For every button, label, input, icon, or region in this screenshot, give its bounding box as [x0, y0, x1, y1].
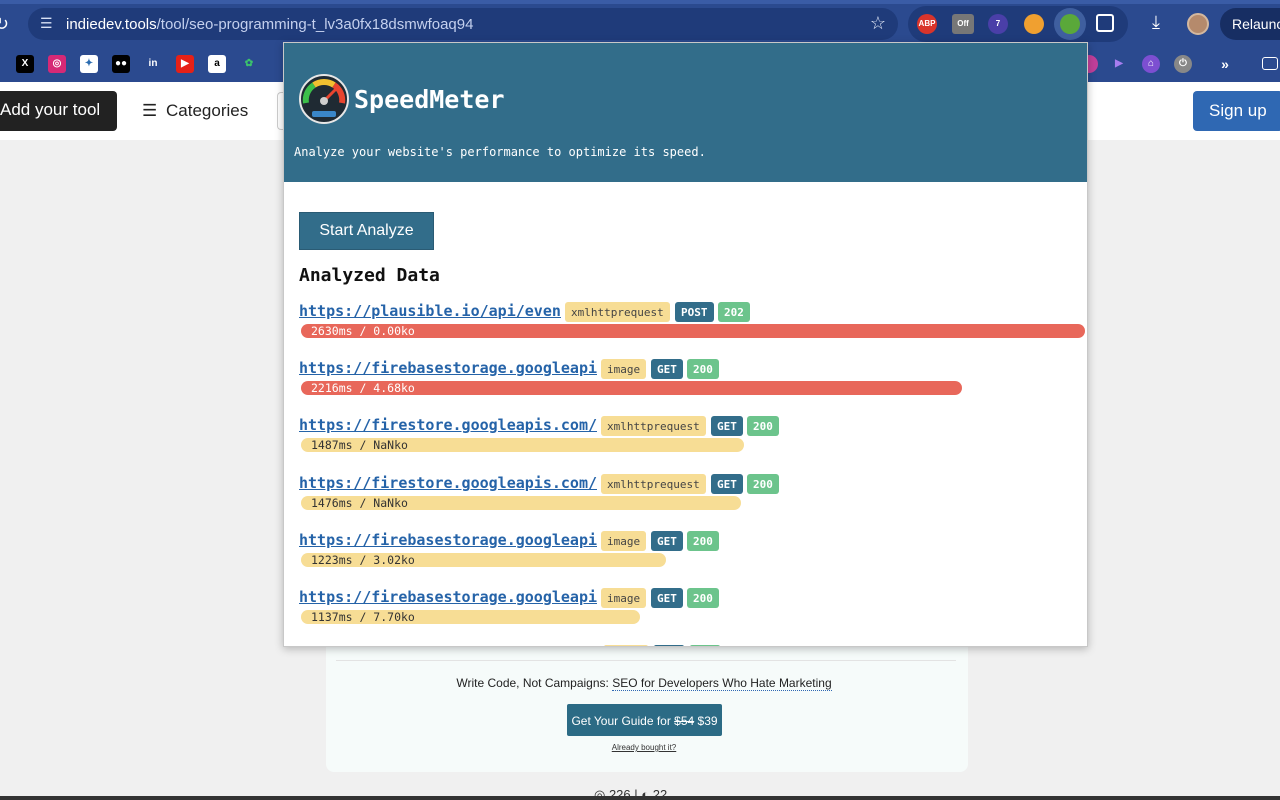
request-method-badge: GET [711, 474, 743, 494]
orange-extension-icon[interactable] [1024, 14, 1044, 34]
request-status-badge: 200 [687, 359, 719, 379]
guide-prefix: Write Code, Not Campaigns: [456, 676, 613, 690]
guide-new-price: $39 [694, 714, 718, 728]
request-row: https://firebasestorage.googleapi… image G… [299, 359, 1087, 403]
speedmeter-extension-icon[interactable] [1060, 14, 1080, 34]
url-path: /tool/seo-programming-t_lv3a0fx18dsmwfoa… [156, 16, 474, 33]
off-extension-icon[interactable]: Off [952, 14, 974, 34]
request-type-badge: image [601, 588, 647, 608]
hamburger-icon: ☰ [142, 101, 158, 120]
relaunch-button[interactable]: Relaunc [1220, 8, 1280, 40]
bookmark-star-icon[interactable]: ☆ [870, 13, 886, 34]
request-status-badge: 200 [687, 588, 719, 608]
instagram-bookmark-icon[interactable]: ◎ [48, 55, 66, 73]
request-type-badge: xmlhttprequest [601, 416, 706, 436]
power-bookmark-icon[interactable]: ⏻ [1174, 55, 1192, 73]
request-url-link[interactable]: https://firebasestorage.googleapi… [299, 359, 597, 377]
start-analyze-button[interactable]: Start Analyze [299, 212, 434, 250]
request-status-badge: 202 [718, 302, 750, 322]
request-row: https://firestore.googleapis.com/… xmlhtt… [299, 416, 1087, 460]
profile-avatar[interactable] [1187, 13, 1209, 35]
request-type-badge: xmlhttprequest [565, 302, 670, 322]
sign-up-button[interactable]: Sign up [1193, 91, 1280, 131]
request-url-link[interactable]: https://firebasestorage.googleapi… [299, 588, 597, 606]
request-url-link[interactable]: https://plausible.io/api/event [299, 302, 561, 320]
guide-old-price: $54 [674, 714, 695, 728]
x-bookmark-icon[interactable]: X [16, 55, 34, 73]
violet-bookmark-icon[interactable]: ⌂ [1142, 55, 1160, 73]
youtube-bookmark-icon[interactable]: ▶ [176, 55, 194, 73]
reload-icon[interactable]: ↻ [0, 14, 9, 35]
timing-bar: 1137ms / 7.70ko [301, 610, 640, 624]
badge-extension-icon[interactable]: 7 [988, 14, 1008, 34]
green-bookmark-icon[interactable]: ✿ [240, 55, 258, 73]
amazon-bookmark-icon[interactable]: a [208, 55, 226, 73]
categories-menu[interactable]: ☰ Categories [142, 101, 248, 121]
more-bookmarks-icon[interactable]: » [1216, 55, 1234, 73]
guide-button-prefix: Get Your Guide for [571, 714, 675, 728]
timing-bar: 1476ms / NaNko [301, 496, 741, 510]
speedmeter-popup: SpeedMeter Analyze your website's perfor… [283, 42, 1088, 647]
guide-promo-text: Write Code, Not Campaigns: SEO for Devel… [0, 676, 1280, 691]
request-url-link[interactable]: https://firestore.googleapis.com/… [299, 474, 597, 492]
categories-label: Categories [166, 101, 249, 120]
card-divider [336, 660, 956, 661]
url-host: indiedev.tools [66, 16, 157, 33]
request-method-badge: GET [651, 531, 683, 551]
adblock-icon[interactable]: ABP [917, 14, 937, 34]
request-status-badge: 200 [687, 531, 719, 551]
request-type-badge: image [601, 359, 647, 379]
request-method-badge: GET [711, 416, 743, 436]
timing-bar: 2630ms / 0.00ko [301, 324, 1085, 338]
site-settings-icon[interactable]: ☰ [40, 15, 58, 33]
app-tagline: Analyze your website's performance to op… [294, 145, 706, 159]
speedometer-logo-icon [299, 74, 349, 124]
request-status-badge: 200 [747, 416, 779, 436]
request-method-badge: POST [675, 302, 714, 322]
request-row: https://firestore.googleapis.com/… xmlhtt… [299, 474, 1087, 518]
timing-bar: 1487ms / NaNko [301, 438, 744, 452]
analyzed-data-title: Analyzed Data [299, 265, 440, 286]
get-guide-button[interactable]: Get Your Guide for $54 $39 [567, 704, 722, 736]
request-row: https://firebasestorage.googleapi… image G… [299, 531, 1087, 575]
timing-bar: 2216ms / 4.68ko [301, 381, 962, 395]
add-your-tool-button[interactable]: Add your tool [0, 91, 117, 131]
next-request-peek [299, 643, 720, 646]
request-type-badge: image [601, 531, 647, 551]
guide-link[interactable]: SEO for Developers Who Hate Marketing [612, 676, 832, 691]
request-status-badge: 200 [747, 474, 779, 494]
linkedin-bookmark-icon[interactable]: in [144, 55, 162, 73]
request-url-link[interactable]: https://firestore.googleapis.com/… [299, 416, 597, 434]
request-url-link[interactable]: https://firebasestorage.googleapi… [299, 531, 597, 549]
already-bought-link[interactable]: Already bought it? [0, 743, 1280, 752]
request-method-badge: GET [651, 359, 683, 379]
purple-bookmark-icon[interactable]: ▶ [1110, 55, 1128, 73]
app-name: SpeedMeter [354, 85, 505, 114]
url-text: indiedev.tools/tool/seo-programming-t_lv… [66, 16, 473, 33]
address-bar[interactable]: ☰ indiedev.tools/tool/seo-programming-t_… [28, 8, 898, 40]
folder-bookmark-icon[interactable] [1262, 57, 1278, 70]
request-type-badge: xmlhttprequest [601, 474, 706, 494]
browser-toolbar: ↻ ☰ indiedev.tools/tool/seo-programming-… [0, 0, 1280, 48]
timing-bar: 1223ms / 3.02ko [301, 553, 666, 567]
extensions-area: ABP Off 7 [908, 6, 1128, 42]
bluesky-bookmark-icon[interactable]: ✦ [80, 55, 98, 73]
request-row: https://firebasestorage.googleapi… image G… [299, 588, 1087, 632]
medium-bookmark-icon[interactable]: ●● [112, 55, 130, 73]
bottom-edge [0, 796, 1280, 800]
popup-header: SpeedMeter Analyze your website's perfor… [284, 43, 1087, 182]
extensions-puzzle-icon[interactable] [1096, 14, 1114, 32]
request-row: https://plausible.io/api/event xmlhttpreq… [299, 302, 1087, 346]
download-icon[interactable]: ⤓ [1152, 12, 1160, 33]
request-method-badge: GET [651, 588, 683, 608]
